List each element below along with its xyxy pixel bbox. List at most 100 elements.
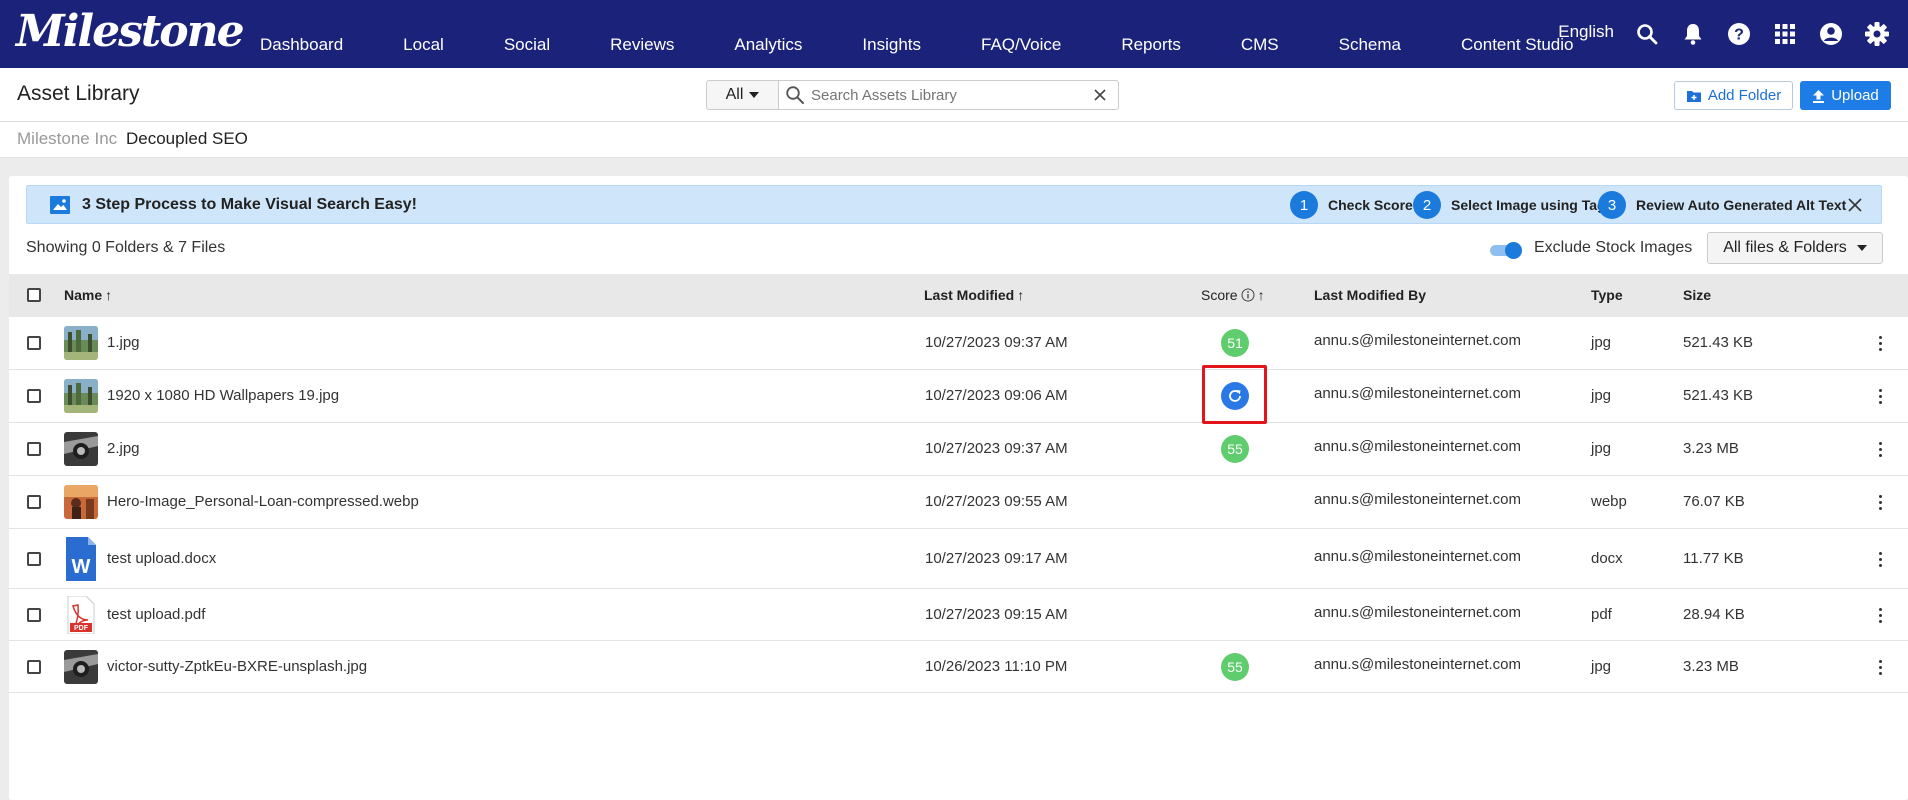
- nav-analytics[interactable]: Analytics: [704, 35, 832, 55]
- breadcrumb: Milestone Inc Decoupled SEO: [0, 122, 1908, 158]
- row-menu-icon[interactable]: [1872, 658, 1888, 676]
- step-select-image: 2 Select Image using Tags: [1413, 191, 1613, 219]
- close-banner-icon[interactable]: [1845, 195, 1865, 215]
- language-selector[interactable]: English: [1558, 22, 1614, 42]
- upload-icon: [1813, 89, 1825, 103]
- row-menu-icon[interactable]: [1872, 387, 1888, 405]
- step-label: Review Auto Generated Alt Text: [1636, 197, 1847, 213]
- column-last-modified-by[interactable]: Last Modified By: [1314, 287, 1426, 303]
- breadcrumb-parent[interactable]: Milestone Inc: [17, 129, 117, 149]
- row-menu-icon[interactable]: [1872, 493, 1888, 511]
- info-icon[interactable]: [1241, 288, 1255, 302]
- nav-cms[interactable]: CMS: [1211, 35, 1309, 55]
- row-checkbox[interactable]: [27, 442, 41, 456]
- exclude-stock-label: Exclude Stock Images: [1534, 239, 1693, 256]
- folder-plus-icon: [1686, 90, 1701, 102]
- last-modified: 10/27/2023 09:15 AM: [925, 606, 1068, 623]
- image-icon: [50, 196, 70, 214]
- file-type: jpg: [1591, 334, 1612, 351]
- apps-grid-icon[interactable]: [1772, 21, 1798, 47]
- scope-value: All: [725, 86, 744, 103]
- nav-insights[interactable]: Insights: [832, 35, 951, 55]
- row-checkbox[interactable]: [27, 660, 41, 674]
- top-nav: Milestone Dashboard Local Social Reviews…: [0, 0, 1908, 68]
- nav-reports[interactable]: Reports: [1091, 35, 1211, 55]
- file-size: 76.07 KB: [1683, 493, 1745, 510]
- table-row[interactable]: 1920 x 1080 HD Wallpapers 19.jpg 10/27/2…: [9, 370, 1908, 423]
- file-name[interactable]: 2.jpg: [107, 440, 140, 457]
- last-modified: 10/27/2023 09:37 AM: [925, 334, 1068, 351]
- modified-by: annu.s@milestoneinternet.com: [1314, 656, 1521, 673]
- scope-dropdown[interactable]: All: [706, 80, 779, 110]
- clear-search-icon[interactable]: [1090, 85, 1110, 105]
- row-checkbox[interactable]: [27, 552, 41, 566]
- step-number: 2: [1413, 191, 1441, 219]
- upload-button[interactable]: Upload: [1800, 81, 1891, 110]
- table-row[interactable]: 2.jpg 10/27/2023 09:37 AM 55 annu.s@mile…: [9, 423, 1908, 476]
- nav-social[interactable]: Social: [474, 35, 580, 55]
- file-name[interactable]: 1920 x 1080 HD Wallpapers 19.jpg: [107, 387, 339, 404]
- banner-title: 3 Step Process to Make Visual Search Eas…: [82, 196, 417, 213]
- file-filter-dropdown[interactable]: All files & Folders: [1707, 232, 1883, 264]
- nav-dashboard[interactable]: Dashboard: [232, 35, 373, 55]
- file-type: docx: [1591, 550, 1623, 567]
- score-badge[interactable]: 55: [1221, 435, 1249, 463]
- file-name[interactable]: victor-sutty-ZptkEu-BXRE-unsplash.jpg: [107, 658, 367, 675]
- file-name[interactable]: test upload.pdf: [107, 606, 205, 623]
- file-size: 3.23 MB: [1683, 658, 1739, 675]
- table-row[interactable]: Hero-Image_Personal-Loan-compressed.webp…: [9, 476, 1908, 529]
- nav-reviews[interactable]: Reviews: [580, 35, 704, 55]
- select-all-checkbox[interactable]: [27, 288, 41, 302]
- column-size[interactable]: Size: [1683, 287, 1711, 303]
- table-row[interactable]: PDF test upload.pdf 10/27/2023 09:15 AM …: [9, 589, 1908, 641]
- add-folder-button[interactable]: Add Folder: [1674, 81, 1793, 110]
- file-name[interactable]: test upload.docx: [107, 550, 216, 567]
- row-menu-icon[interactable]: [1872, 606, 1888, 624]
- nav-actions: English ?: [1558, 0, 1890, 68]
- file-name[interactable]: 1.jpg: [107, 334, 140, 351]
- table-row[interactable]: 1.jpg 10/27/2023 09:37 AM 51 annu.s@mile…: [9, 317, 1908, 370]
- row-checkbox[interactable]: [27, 608, 41, 622]
- row-checkbox[interactable]: [27, 336, 41, 350]
- modified-by: annu.s@milestoneinternet.com: [1314, 332, 1521, 349]
- nav-local[interactable]: Local: [373, 35, 474, 55]
- row-checkbox[interactable]: [27, 389, 41, 403]
- help-icon[interactable]: ?: [1726, 21, 1752, 47]
- column-score-label: Score: [1201, 287, 1238, 303]
- table-row[interactable]: W test upload.docx 10/27/2023 09:17 AM a…: [9, 529, 1908, 589]
- score-badge[interactable]: 55: [1221, 653, 1249, 681]
- column-type-label: Type: [1591, 287, 1623, 303]
- breadcrumb-current: Decoupled SEO: [126, 129, 248, 148]
- column-last-modified[interactable]: Last Modified ↑: [924, 287, 1024, 303]
- search-input[interactable]: [811, 86, 1090, 104]
- bell-icon[interactable]: [1680, 21, 1706, 47]
- column-type[interactable]: Type: [1591, 287, 1623, 303]
- user-account-icon[interactable]: [1818, 21, 1844, 47]
- file-type: webp: [1591, 493, 1627, 510]
- nav-faq-voice[interactable]: FAQ/Voice: [951, 35, 1091, 55]
- column-modified-label: Last Modified: [924, 287, 1015, 303]
- search-icon[interactable]: [1634, 21, 1660, 47]
- settings-gear-icon[interactable]: [1864, 21, 1890, 47]
- search-field[interactable]: [778, 80, 1119, 110]
- file-size: 521.43 KB: [1683, 334, 1754, 351]
- step-label: Check Score: [1328, 197, 1413, 213]
- column-score[interactable]: Score ↑: [1201, 287, 1265, 303]
- modified-by: annu.s@milestoneinternet.com: [1314, 438, 1521, 455]
- row-menu-icon[interactable]: [1872, 550, 1888, 568]
- milestone-logo[interactable]: Milestone: [16, 6, 245, 57]
- file-name[interactable]: Hero-Image_Personal-Loan-compressed.webp: [107, 493, 419, 510]
- table-row[interactable]: victor-sutty-ZptkEu-BXRE-unsplash.jpg 10…: [9, 641, 1908, 693]
- score-badge[interactable]: 51: [1221, 329, 1249, 357]
- nav-schema[interactable]: Schema: [1309, 35, 1431, 55]
- file-type: pdf: [1591, 606, 1612, 623]
- modified-by: annu.s@milestoneinternet.com: [1314, 548, 1521, 565]
- file-size: 521.43 KB: [1683, 387, 1754, 404]
- row-menu-icon[interactable]: [1872, 440, 1888, 458]
- items-count: Showing 0 Folders & 7 Files: [26, 239, 226, 256]
- column-name[interactable]: Name ↑: [64, 287, 112, 303]
- row-checkbox[interactable]: [27, 495, 41, 509]
- row-menu-icon[interactable]: [1872, 334, 1888, 352]
- landscape-thumbnail: [64, 379, 98, 413]
- exclude-stock-toggle[interactable]: [1490, 242, 1522, 259]
